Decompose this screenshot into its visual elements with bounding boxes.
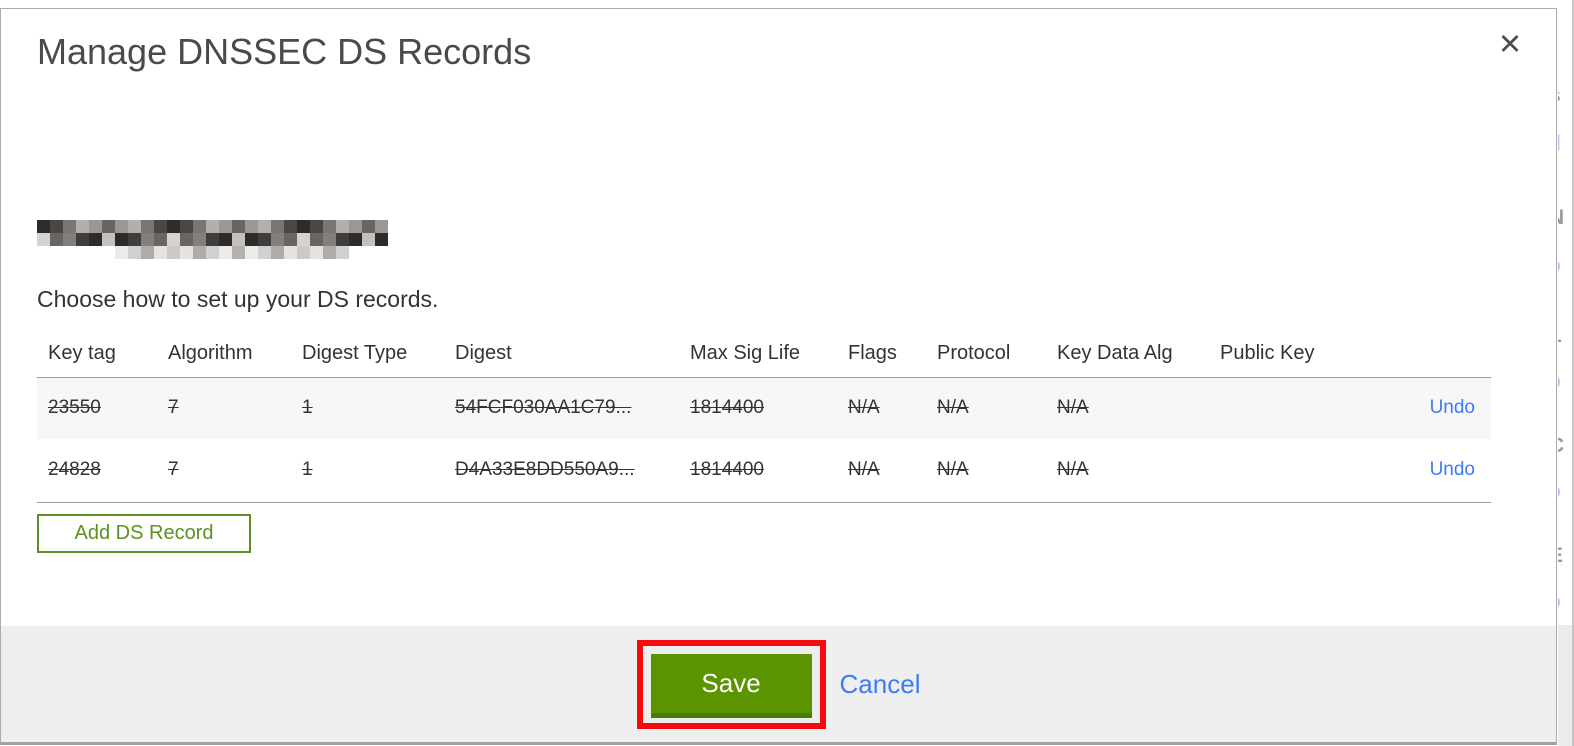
col-header-action: [1406, 330, 1491, 378]
cell-public-key: [1209, 377, 1406, 439]
table-row: 24828 7 1 D4A33E8DD550A9... 1814400 N/A …: [37, 439, 1491, 502]
background-text-fragment: N: [1558, 206, 1564, 230]
undo-link[interactable]: Undo: [1430, 459, 1475, 480]
manage-dnssec-modal: Manage DNSSEC DS Records ✕ Choose how to…: [0, 8, 1557, 745]
cell-digest: 54FCF030AA1C79...: [455, 397, 632, 419]
cell-digest: D4A33E8DD550A9...: [455, 459, 635, 481]
cell-max-sig-life: 1814400: [690, 459, 764, 481]
background-text-fragment: o: [1558, 480, 1561, 504]
screenshot-root: Manage DNSSEC DS Records ✕ Choose how to…: [0, 0, 1574, 746]
col-header-flags: Flags: [837, 330, 926, 378]
col-header-max-sig-life: Max Sig Life: [679, 330, 837, 378]
background-text-fragment: C: [1558, 434, 1564, 458]
redacted-domain-name: [37, 220, 388, 260]
modal-footer: Save Cancel: [1, 626, 1556, 742]
background-text-fragment: L: [1558, 324, 1562, 348]
col-header-key-tag: Key tag: [37, 330, 157, 378]
cell-flags: N/A: [848, 397, 880, 419]
cell-key-tag: 23550: [48, 397, 101, 419]
background-text-fragment: o: [1558, 370, 1561, 394]
close-icon[interactable]: ✕: [1492, 27, 1528, 63]
cell-key-data-alg: N/A: [1057, 459, 1089, 481]
background-sliver-footer: [1558, 625, 1572, 746]
add-ds-record-button[interactable]: Add DS Record: [37, 514, 251, 553]
cell-protocol: N/A: [937, 397, 969, 419]
cell-public-key: [1209, 439, 1406, 502]
save-button[interactable]: Save: [650, 653, 812, 718]
background-text-fragment: o: [1558, 590, 1561, 614]
cell-digest-type: 1: [302, 459, 313, 481]
col-header-protocol: Protocol: [926, 330, 1046, 378]
col-header-key-data-alg: Key Data Alg: [1046, 330, 1209, 378]
cell-key-data-alg: N/A: [1057, 397, 1089, 419]
cell-algorithm: 7: [168, 459, 179, 481]
table-row: 23550 7 1 54FCF030AA1C79... 1814400 N/A …: [37, 377, 1491, 439]
table-header-row: Key tag Algorithm Digest Type Digest Max…: [37, 330, 1491, 378]
cell-key-tag: 24828: [48, 459, 101, 481]
undo-link[interactable]: Undo: [1430, 397, 1475, 418]
cell-max-sig-life: 1814400: [690, 397, 764, 419]
col-header-public-key: Public Key: [1209, 330, 1406, 378]
col-header-digest: Digest: [444, 330, 679, 378]
ds-records-table-wrap: Key tag Algorithm Digest Type Digest Max…: [37, 330, 1491, 503]
background-text-fragment: E: [1558, 544, 1563, 568]
cell-flags: N/A: [848, 459, 880, 481]
cancel-link[interactable]: Cancel: [840, 669, 921, 700]
cell-protocol: N/A: [937, 459, 969, 481]
col-header-digest-type: Digest Type: [291, 330, 444, 378]
cell-algorithm: 7: [168, 397, 179, 419]
background-text-fragment: d: [1558, 132, 1561, 156]
ds-records-table: Key tag Algorithm Digest Type Digest Max…: [37, 330, 1491, 503]
cell-digest-type: 1: [302, 397, 313, 419]
click-target-annotation: Save: [636, 639, 826, 729]
modal-title: Manage DNSSEC DS Records: [37, 31, 532, 72]
background-text-fragment: s: [1558, 84, 1561, 108]
background-text-fragment: o: [1558, 254, 1561, 278]
col-header-algorithm: Algorithm: [157, 330, 291, 378]
instruction-text: Choose how to set up your DS records.: [37, 286, 439, 312]
background-sliver: sdNoLoCoEo: [1558, 0, 1572, 746]
